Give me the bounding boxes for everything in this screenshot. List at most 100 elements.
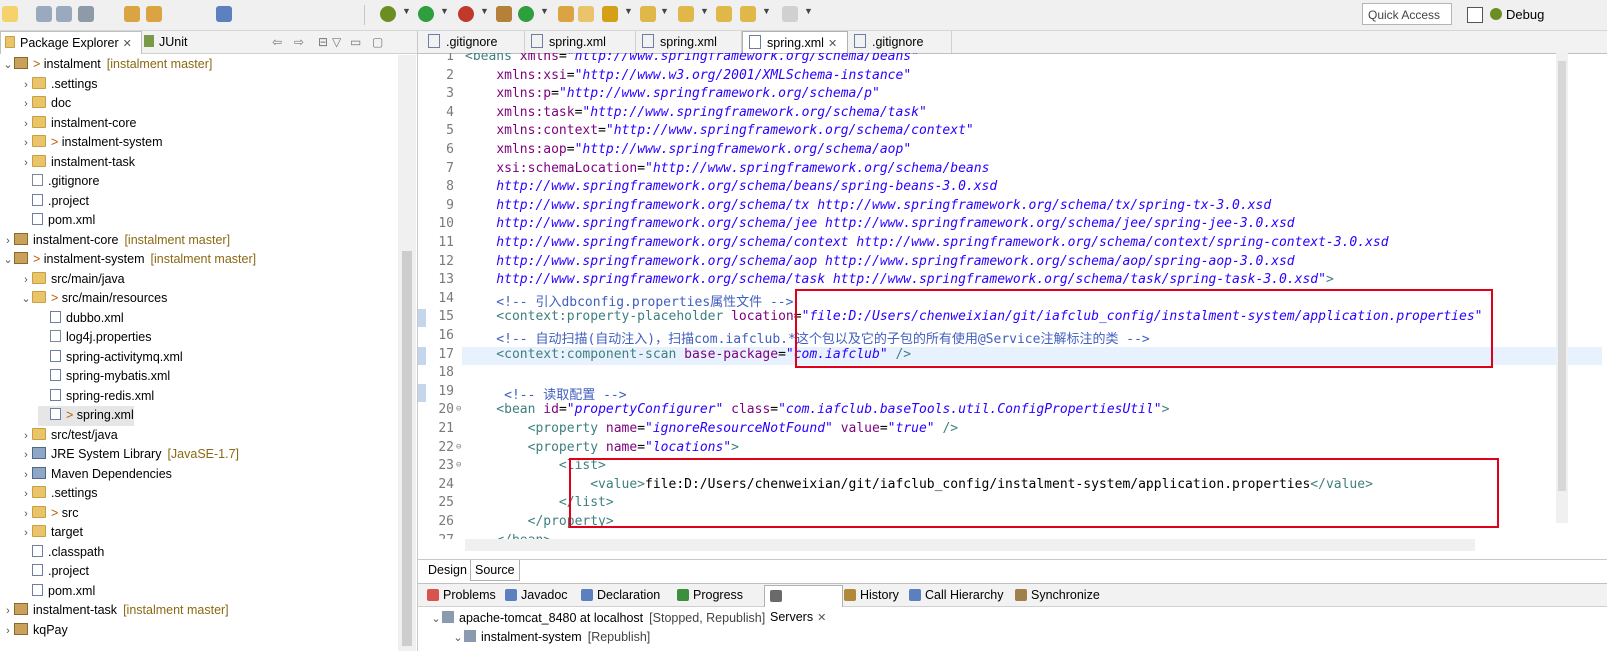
skip-breakpoints-icon[interactable] [216,6,232,22]
tab-servers[interactable]: Servers ✕ [764,585,843,624]
tree-item[interactable]: log4j.properties [38,328,151,348]
chevron-right-icon[interactable]: › [20,446,32,466]
print-icon[interactable] [78,6,94,22]
tab-declaration[interactable]: Declaration [576,585,675,606]
tree-item[interactable]: spring-redis.xml [38,387,154,407]
open-perspective-icon[interactable] [1467,7,1483,23]
tree-item[interactable]: › target [20,523,83,543]
tree-item[interactable]: .classpath [20,543,104,563]
tab-history[interactable]: History [839,585,907,606]
tree-item[interactable]: › .settings [20,75,98,95]
tab-junit[interactable]: JUnit [140,31,191,53]
tree-item[interactable]: ⌄ > src/main/resources [20,289,167,309]
tab-progress[interactable]: Progress [672,585,767,606]
run-external-icon[interactable] [458,6,474,22]
chevron-right-icon[interactable]: › [20,95,32,115]
server-row[interactable]: ⌄ instalment-system [Republish] [452,630,650,644]
tab-synchronize[interactable]: Synchronize [1010,585,1108,606]
fold-toggle-icon[interactable]: ⊖ [456,460,461,470]
editor-tab[interactable]: spring.xml [525,31,636,53]
back-arrow-icon[interactable]: ⇦ [272,35,282,49]
search-icon[interactable] [602,6,618,22]
debug-icon[interactable] [380,6,396,22]
chevron-right-icon[interactable]: › [2,602,14,622]
debug-perspective-button[interactable]: Debug [1490,5,1544,25]
quick-access-input[interactable]: Quick Access [1362,3,1452,25]
collapse-all-icon[interactable]: ⊟ [318,35,328,49]
chevron-right-icon[interactable]: › [20,154,32,174]
chevron-right-icon[interactable]: › [20,271,32,291]
new-icon[interactable] [2,6,18,22]
code-view[interactable]: 1 <beans xmlns="http://www.springframewor… [418,53,1607,539]
tree-item[interactable]: › > instalment-system [20,133,163,153]
tree-item[interactable]: › src/test/java [20,426,118,446]
save-all-icon[interactable] [56,6,72,22]
chevron-right-icon[interactable]: › [2,622,14,642]
new-java-project-icon[interactable] [496,6,512,22]
tree-item[interactable]: ⌄ > instalment [instalment master] [2,55,212,75]
fold-toggle-icon[interactable]: ⊖ [456,442,461,452]
prev-annotation-icon[interactable] [678,6,694,22]
close-icon[interactable]: ✕ [817,612,826,624]
tree-item[interactable]: › doc [20,94,71,114]
folder-icon[interactable] [578,6,594,22]
tab-source[interactable]: Source [470,560,520,581]
tree-item[interactable]: › instalment-core [20,114,136,134]
editor-tab[interactable]: spring.xml [636,31,742,53]
tab-call-hierarchy[interactable]: Call Hierarchy [904,585,1013,606]
tree-item[interactable]: ⌄ > instalment-system [instalment master] [2,250,256,270]
chevron-down-icon[interactable]: ⌄ [430,612,442,625]
run-icon[interactable] [418,6,434,22]
tree-item[interactable]: › JRE System Library [JavaSE-1.7] [20,445,239,465]
tree-item[interactable]: .gitignore [20,172,99,192]
chevron-down-icon[interactable]: ▼ [660,6,669,16]
new-class-icon[interactable] [518,6,534,22]
chevron-down-icon[interactable]: ⌄ [452,631,464,644]
tree-item[interactable]: spring-mybatis.xml [38,367,170,387]
back-icon[interactable] [740,6,756,22]
tree-item[interactable]: .project [20,562,89,582]
close-icon[interactable]: ✕ [123,38,132,50]
tree-item[interactable]: › instalment-task [20,153,135,173]
horizontal-scrollbar[interactable] [465,539,1475,551]
fold-toggle-icon[interactable]: ⊖ [456,404,461,414]
forward-icon[interactable] [782,6,798,22]
chevron-right-icon[interactable]: › [20,134,32,154]
close-icon[interactable]: ✕ [828,38,837,50]
tree-item[interactable]: spring-activitymq.xml [38,348,183,368]
next-annotation-icon[interactable] [640,6,656,22]
chevron-right-icon[interactable]: › [2,232,14,252]
tree-item[interactable]: pom.xml [20,582,95,602]
editor-tab[interactable]: .gitignore [422,31,525,53]
chevron-right-icon[interactable]: › [20,76,32,96]
chevron-down-icon[interactable]: ▼ [804,6,813,16]
chevron-down-icon[interactable]: ⌄ [2,251,14,271]
chevron-down-icon[interactable]: ▼ [480,6,489,16]
chevron-right-icon[interactable]: › [20,505,32,525]
editor-tab[interactable]: .gitignore [848,31,952,53]
forward-arrow-icon[interactable]: ⇨ [294,35,304,49]
chevron-down-icon[interactable]: ▼ [762,6,771,16]
tab-problems[interactable]: Problems [422,585,503,606]
tree-item[interactable]: pom.xml [20,211,95,231]
maximize-icon[interactable]: ▢ [372,35,383,49]
tree-item[interactable]: > spring.xml [38,406,134,426]
editor-tab[interactable]: spring.xml ✕ [742,31,848,53]
tree-item[interactable]: › src/main/java [20,270,125,290]
chevron-right-icon[interactable]: › [20,115,32,135]
last-edit-icon[interactable] [716,6,732,22]
chevron-right-icon[interactable]: › [20,466,32,486]
vertical-scrollbar-thumb[interactable] [1558,61,1566,491]
chevron-down-icon[interactable]: ▼ [700,6,709,16]
chevron-down-icon[interactable]: ⌄ [20,290,32,310]
tab-javadoc[interactable]: Javadoc [500,585,579,606]
chevron-right-icon[interactable]: › [20,427,32,447]
open-type-icon[interactable] [124,6,140,22]
chevron-right-icon[interactable]: › [20,485,32,505]
chevron-down-icon[interactable]: ▼ [402,6,411,16]
tree-item[interactable]: › instalment-core [instalment master] [2,231,230,251]
chevron-down-icon[interactable]: ▼ [624,6,633,16]
tree-item[interactable]: › instalment-task [instalment master] [2,601,229,621]
chevron-down-icon[interactable]: ▼ [540,6,549,16]
tab-design[interactable]: Design [424,560,471,580]
